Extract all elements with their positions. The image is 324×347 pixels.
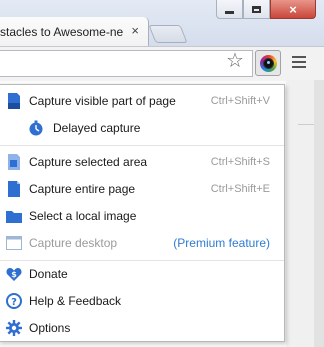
menu-divider — [0, 145, 284, 146]
tab-title: stacles to Awesome-ne — [0, 25, 124, 39]
menu-item-capture-selected[interactable]: Capture selected area Ctrl+Shift+S — [0, 149, 284, 176]
menu-item-label: Delayed capture — [53, 121, 141, 135]
shortcut-text: Ctrl+Shift+V — [210, 95, 270, 107]
menu-item-label: Capture desktop — [29, 236, 118, 250]
question-circle-icon: ? — [6, 293, 22, 309]
full-page-icon — [8, 181, 20, 197]
address-bar[interactable] — [0, 50, 253, 77]
menu-item-capture-entire[interactable]: Capture entire page Ctrl+Shift+E — [0, 176, 284, 203]
svg-text:?: ? — [11, 297, 17, 308]
heart-dollar-icon: $ — [6, 268, 22, 281]
menu-item-label: Select a local image — [29, 209, 137, 223]
minimize-icon — [225, 10, 234, 14]
desktop-window-icon — [6, 236, 22, 250]
menu-item-label: Options — [29, 321, 71, 335]
extension-popup-menu: Capture visible part of page Ctrl+Shift+… — [0, 84, 285, 342]
bookmark-star-icon[interactable]: ☆ — [226, 51, 244, 71]
stopwatch-icon — [29, 120, 43, 136]
menu-item-label: Help & Feedback — [29, 294, 122, 308]
menu-item-capture-desktop[interactable]: Capture desktop (Premium feature) — [0, 230, 284, 257]
menu-item-label: Donate — [29, 267, 68, 281]
menu-item-label: Capture entire page — [29, 182, 136, 196]
minimize-button[interactable] — [216, 0, 243, 19]
folder-icon — [6, 211, 22, 223]
page-content-background — [286, 80, 324, 347]
menu-item-label: Capture selected area — [29, 155, 148, 169]
maximize-button[interactable] — [243, 0, 270, 19]
menu-item-capture-visible[interactable]: Capture visible part of page Ctrl+Shift+… — [0, 88, 284, 115]
menu-item-help-feedback[interactable]: ? Help & Feedback — [0, 288, 284, 315]
menu-item-options[interactable]: Options — [0, 315, 284, 342]
gear-icon — [6, 320, 22, 336]
svg-text:$: $ — [11, 270, 17, 279]
tab-close-icon[interactable]: × — [131, 23, 139, 38]
new-tab-button[interactable] — [148, 25, 188, 43]
close-window-button[interactable]: × — [270, 0, 316, 19]
browser-menu-icon[interactable] — [292, 56, 306, 70]
shortcut-text: Ctrl+Shift+E — [210, 183, 270, 195]
menu-item-select-local-image[interactable]: Select a local image — [0, 203, 284, 230]
camera-lens-icon — [260, 55, 277, 72]
browser-tab[interactable]: stacles to Awesome-ne × — [0, 17, 149, 46]
menu-item-delayed-capture[interactable]: Delayed capture — [0, 115, 284, 142]
selection-page-icon — [8, 154, 20, 170]
maximize-icon — [252, 5, 261, 13]
screenshot-extension-button[interactable] — [255, 50, 281, 76]
window-controls: × — [216, 0, 316, 21]
premium-feature-link[interactable]: (Premium feature) — [173, 236, 270, 250]
menu-item-donate[interactable]: $ Donate — [0, 261, 284, 288]
close-icon: × — [289, 1, 297, 17]
browser-frame: × stacles to Awesome-ne × — [0, 0, 324, 46]
shortcut-text: Ctrl+Shift+S — [210, 156, 270, 168]
scrollbar[interactable] — [314, 80, 324, 347]
page-icon — [8, 93, 20, 109]
menu-item-label: Capture visible part of page — [29, 94, 176, 108]
